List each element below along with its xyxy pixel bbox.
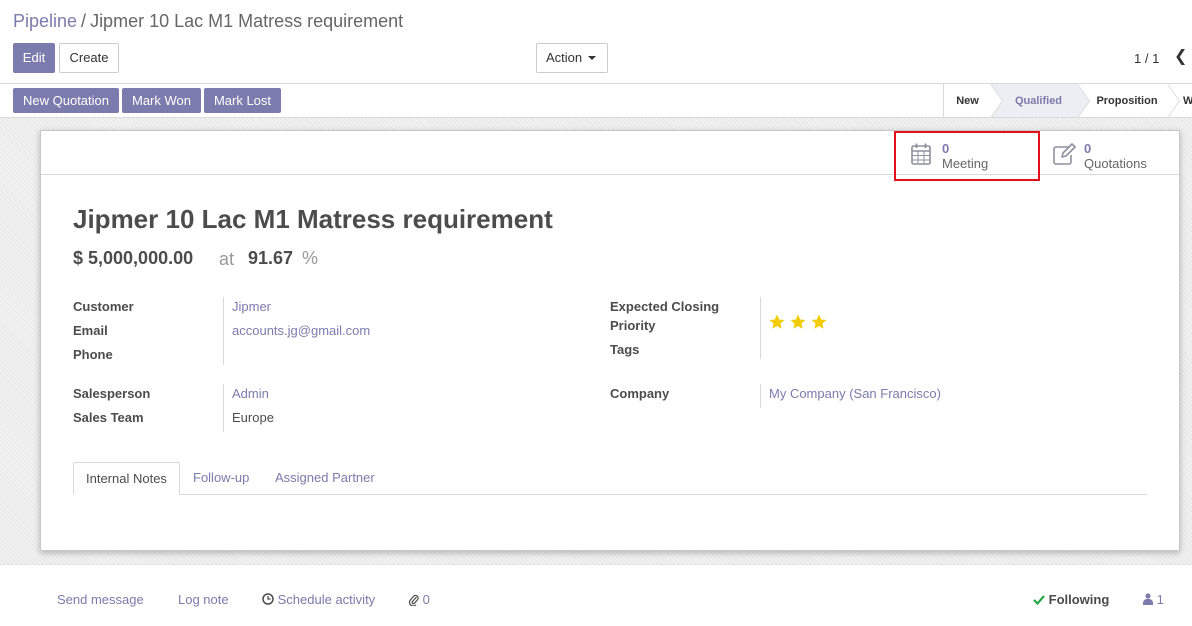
pager-value[interactable]: 1 / 1 [1134,51,1159,66]
clock-icon [262,593,274,605]
company-label: Company [610,386,670,401]
quotations-label: Quotations [1084,156,1147,171]
followers-count: 1 [1156,592,1164,607]
attachments-button[interactable]: 0 [408,592,430,607]
check-icon [1033,595,1045,606]
new-quotation-button[interactable]: New Quotation [13,88,119,113]
mark-lost-button[interactable]: Mark Lost [204,88,281,113]
stage-arrow-fill [1077,84,1089,118]
paperclip-icon [408,594,419,607]
company-value[interactable]: My Company (San Francisco) [769,386,941,401]
customer-label: Customer [73,299,134,314]
schedule-activity-button[interactable]: Schedule activity [262,592,375,607]
quotations-count: 0 [1084,141,1092,156]
schedule-activity-label: Schedule activity [277,592,376,607]
field-separator [760,384,761,408]
pencil-square-icon [1053,143,1076,165]
action-label: Action [546,50,583,65]
smart-button-box: 0 Meeting 0 Quotations [41,131,1179,181]
mark-won-button[interactable]: Mark Won [122,88,201,113]
edit-button[interactable]: Edit [13,43,55,73]
followers-button[interactable]: 1 [1143,592,1164,607]
salesperson-label: Salesperson [73,386,151,401]
opportunity-title[interactable]: Jipmer 10 Lac M1 Matress requirement [73,204,553,235]
priority-star-icon[interactable] [768,313,786,331]
customer-value[interactable]: Jipmer [232,299,271,314]
expected-closing-label: Expected Closing [610,299,720,314]
caret-down-icon [588,56,596,60]
priority-star-icon[interactable] [810,313,828,331]
stage-arrow-fill [1167,84,1179,118]
breadcrumb-current: Jipmer 10 Lac M1 Matress requirement [90,11,404,31]
stage-new[interactable]: New [944,84,991,118]
tags-label: Tags [610,342,640,357]
notebook-tabs: Internal Notes Follow-up Assigned Partne… [73,462,1147,495]
percent-sign: % [302,248,319,268]
log-note-button[interactable]: Log note [178,592,229,607]
user-icon [1143,593,1153,605]
send-message-button[interactable]: Send message [57,592,144,607]
salesperson-value[interactable]: Admin [232,386,269,401]
action-dropdown-button[interactable]: Action [536,43,608,73]
expected-revenue: $ 5,000,000.00 [73,248,194,268]
priority-label: Priority [610,318,656,333]
breadcrumb-pipeline-link[interactable]: Pipeline [13,11,77,31]
field-separator [223,384,224,432]
quotations-smart-button[interactable]: 0 Quotations [1039,131,1179,175]
stage-won[interactable]: W [1180,84,1192,118]
stage-bar: New Qualified Proposition W [943,84,1192,118]
page: Pipeline / Jipmer 10 Lac M1 Matress requir… [0,0,1192,626]
phone-label: Phone [73,347,113,362]
field-separator [223,297,224,365]
breadcrumb: Pipeline / Jipmer 10 Lac M1 Matress requir… [13,10,403,32]
tab-internal-notes[interactable]: Internal Notes [73,462,180,495]
following-button[interactable]: Following [1033,592,1109,607]
sales-team-label: Sales Team [73,410,144,425]
stage-arrow-fill [990,84,1002,118]
meeting-highlight-box [894,131,1040,181]
sales-team-value[interactable]: Europe [232,410,274,425]
stage-proposition[interactable]: Proposition [1078,84,1168,118]
tab-assigned-partner[interactable]: Assigned Partner [263,462,387,495]
probability-value: 91.67 [248,248,294,268]
at-label: at [219,249,235,269]
chatter-bar: Send message Log note Schedule activity … [0,564,1192,626]
tab-follow-up[interactable]: Follow-up [181,462,261,495]
priority-star-icon[interactable] [789,313,807,331]
attachments-count: 0 [422,592,430,607]
email-value[interactable]: accounts.jg@gmail.com [232,323,370,338]
field-separator [760,297,761,359]
create-button[interactable]: Create [59,43,119,73]
chevron-left-icon[interactable]: ❮ [1174,49,1187,65]
stage-qualified[interactable]: Qualified [991,84,1078,118]
email-label: Email [73,323,108,338]
following-label: Following [1048,592,1110,607]
form-sheet: 0 Meeting 0 Quotations Jipmer 10 Lac M1 … [40,130,1180,551]
breadcrumb-separator: / [81,11,87,31]
